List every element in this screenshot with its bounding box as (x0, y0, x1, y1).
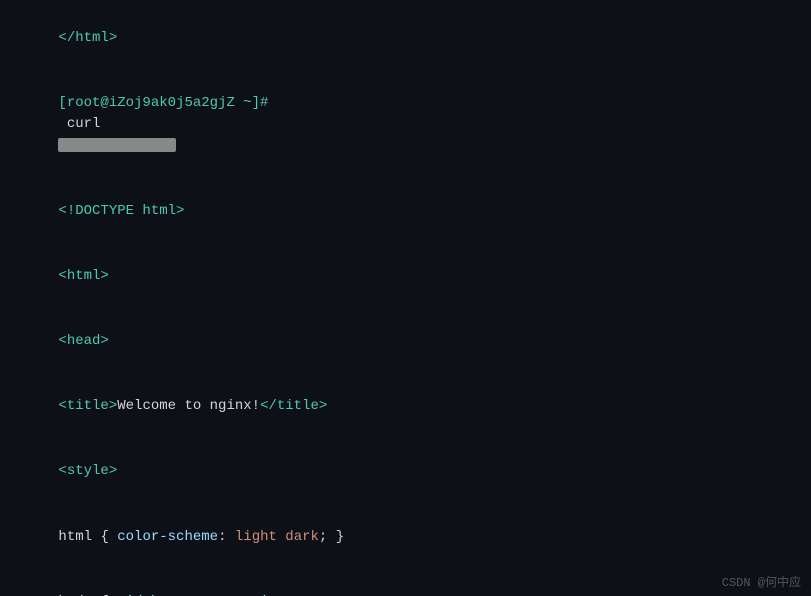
line-html-css: html { color-scheme: light dark; } (8, 505, 803, 570)
html-selector: html (58, 529, 100, 545)
line-style-open: <style> (8, 440, 803, 505)
line-prev-html: </html> (8, 6, 803, 71)
line-body-css1: body { width: 35em; margin: 0 auto; (8, 570, 803, 596)
tag-prev: </html> (58, 30, 117, 46)
line-cmd: [root@iZoj9ak0j5a2gjZ ~]# curl (8, 71, 803, 179)
line-title: <title>Welcome to nginx!</title> (8, 375, 803, 440)
colon1: : (218, 529, 235, 545)
css-prop1: color-scheme (117, 529, 218, 545)
semicol1: ; } (319, 529, 344, 545)
title-open-tag: <title> (58, 398, 117, 414)
cmd-curl: curl (58, 116, 108, 132)
watermark: CSDN @何中应 (722, 573, 801, 590)
html-open-tag: <html> (58, 268, 108, 284)
terminal-body[interactable]: </html> [root@iZoj9ak0j5a2gjZ ~]# curl <… (0, 0, 811, 596)
title-close-tag: </title> (260, 398, 327, 414)
title-text: Welcome to nginx! (117, 398, 260, 414)
brace-open: { (100, 529, 117, 545)
doctype-tag: <!DOCTYPE html> (58, 203, 184, 219)
terminal-window: </html> [root@iZoj9ak0j5a2gjZ ~]# curl <… (0, 0, 811, 596)
prompt-cmd: [root@iZoj9ak0j5a2gjZ ~]# (58, 95, 268, 111)
line-html-open: <html> (8, 245, 803, 310)
line-doctype: <!DOCTYPE html> (8, 180, 803, 245)
line-head-open: <head> (8, 310, 803, 375)
head-open-tag: <head> (58, 333, 108, 349)
redacted-ip (58, 138, 176, 152)
style-open-tag: <style> (58, 463, 117, 479)
css-val1: light dark (235, 529, 319, 545)
